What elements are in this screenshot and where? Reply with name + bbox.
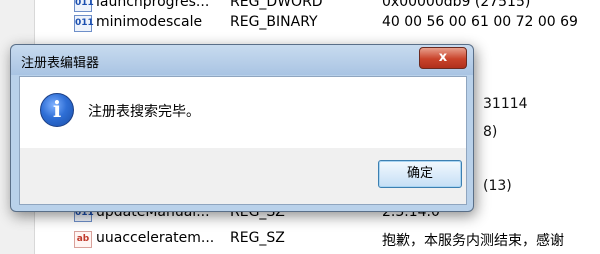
string-value-icon: ab [74,231,92,248]
value-name: minimodescale [96,14,203,30]
value-data: 0x00000db9 (27515) [382,0,531,10]
info-icon: i [40,93,74,127]
value-name: uuacceleratem... [96,230,215,246]
dialog-body: i 注册表搜索完毕。 确定 [19,76,467,205]
partial-value: 8) [483,124,498,140]
close-icon: x [438,50,448,65]
value-type: REG_DWORD [230,0,323,10]
value-data: 抱歉，本服务内测结束，感谢 [382,233,564,249]
list-item[interactable]: ab uuacceleratem... REG_SZ 抱歉，本服务内测结束，感谢 [68,228,600,250]
value-type: REG_BINARY [230,14,318,30]
registry-editor-dialog: 注册表编辑器 x i 注册表搜索完毕。 确定 [10,44,474,212]
binary-value-icon: 011 [74,0,94,12]
partial-value: 31114 [483,96,528,112]
dialog-title: 注册表编辑器 [21,56,100,71]
message-area: i 注册表搜索完毕。 [20,77,466,148]
value-name: launchprogres... [96,0,210,10]
partial-value: (13) [483,178,512,194]
ok-button[interactable]: 确定 [378,160,462,188]
value-data: 40 00 56 00 61 00 72 00 69 [382,14,578,30]
dialog-titlebar[interactable]: 注册表编辑器 x [11,45,473,75]
value-type: REG_SZ [230,230,285,246]
binary-value-icon: 011 [74,15,94,32]
list-item[interactable]: 011 minimodescale REG_BINARY 40 00 56 00… [68,12,600,34]
close-button[interactable]: x [419,47,467,69]
dialog-message: 注册表搜索完毕。 [88,104,200,120]
